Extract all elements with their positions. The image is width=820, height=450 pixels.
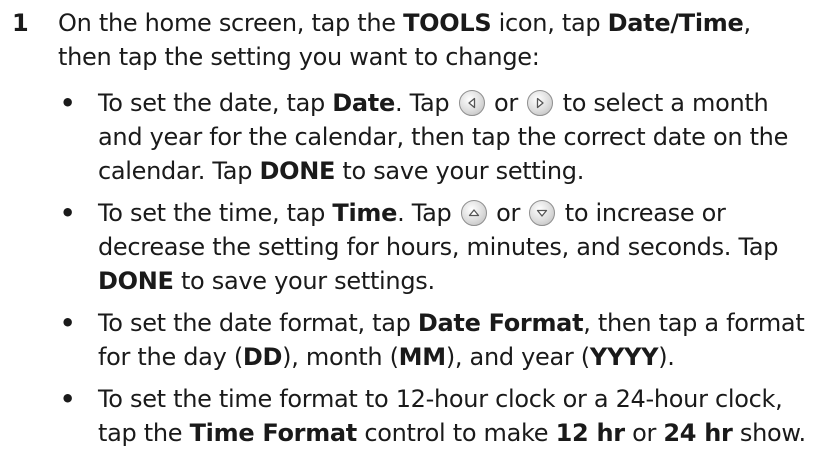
step-text-part: icon, tap: [491, 9, 608, 37]
bullet-text-part: show.: [732, 419, 806, 447]
up-arrow-icon: [460, 200, 487, 226]
mm-term: MM: [398, 343, 446, 371]
bullet-text-part: To set the date, tap: [98, 89, 333, 117]
bullet-text-part: control to make: [356, 419, 556, 447]
bullet-text-part: or: [486, 89, 526, 117]
bullet-text-part: To set the time, tap: [98, 199, 333, 227]
bullet-text: To set the time format to 12-hour clock …: [98, 382, 813, 450]
down-arrow-icon: [529, 200, 556, 226]
right-arrow-icon: [527, 90, 554, 116]
bullet-dot: •: [60, 385, 76, 413]
bullet-text-part: or: [624, 419, 664, 447]
done-term: DONE: [98, 267, 174, 295]
12-hr-term: 12 hr: [555, 419, 625, 447]
step-number: 1: [12, 9, 29, 37]
bullet-dot: •: [60, 89, 76, 117]
dd-term: DD: [242, 343, 283, 371]
bullet-text-part: . Tap: [394, 89, 457, 117]
tools-term: TOOLS: [403, 9, 492, 37]
bullet-text: To set the date format, tap Date Format,…: [98, 306, 813, 374]
bullet-text-part: or: [488, 199, 528, 227]
bullet-text-part: ), month (: [282, 343, 399, 371]
step-text: On the home screen, tap the TOOLS icon, …: [58, 6, 808, 74]
bullet-text-part: ), and year (: [445, 343, 590, 371]
bullet-text-part: To set the date format, tap: [98, 309, 418, 337]
date-time-term: Date/Time: [607, 9, 744, 37]
bullet-dot: •: [60, 309, 76, 337]
left-arrow-icon: [458, 90, 485, 116]
time-format-term: Time Format: [189, 419, 358, 447]
bullet-text-part: ).: [658, 343, 675, 371]
bullet-text-part: to save your settings.: [173, 267, 435, 295]
bullet-text-part: to save your setting.: [335, 157, 585, 185]
bullet-text: To set the time, tap Time. Tap or to inc…: [98, 196, 813, 298]
bullet-text: To set the date, tap Date. Tap or to sel…: [98, 86, 813, 188]
bullet-text-part: . Tap: [397, 199, 459, 227]
time-term: Time: [332, 199, 398, 227]
date-format-term: Date Format: [417, 309, 584, 337]
date-term: Date: [332, 89, 395, 117]
done-term: DONE: [259, 157, 336, 185]
yyyy-term: YYYY: [589, 343, 659, 371]
bullet-dot: •: [60, 199, 76, 227]
step-text-part: On the home screen, tap the: [58, 9, 404, 37]
24-hr-term: 24 hr: [663, 419, 733, 447]
